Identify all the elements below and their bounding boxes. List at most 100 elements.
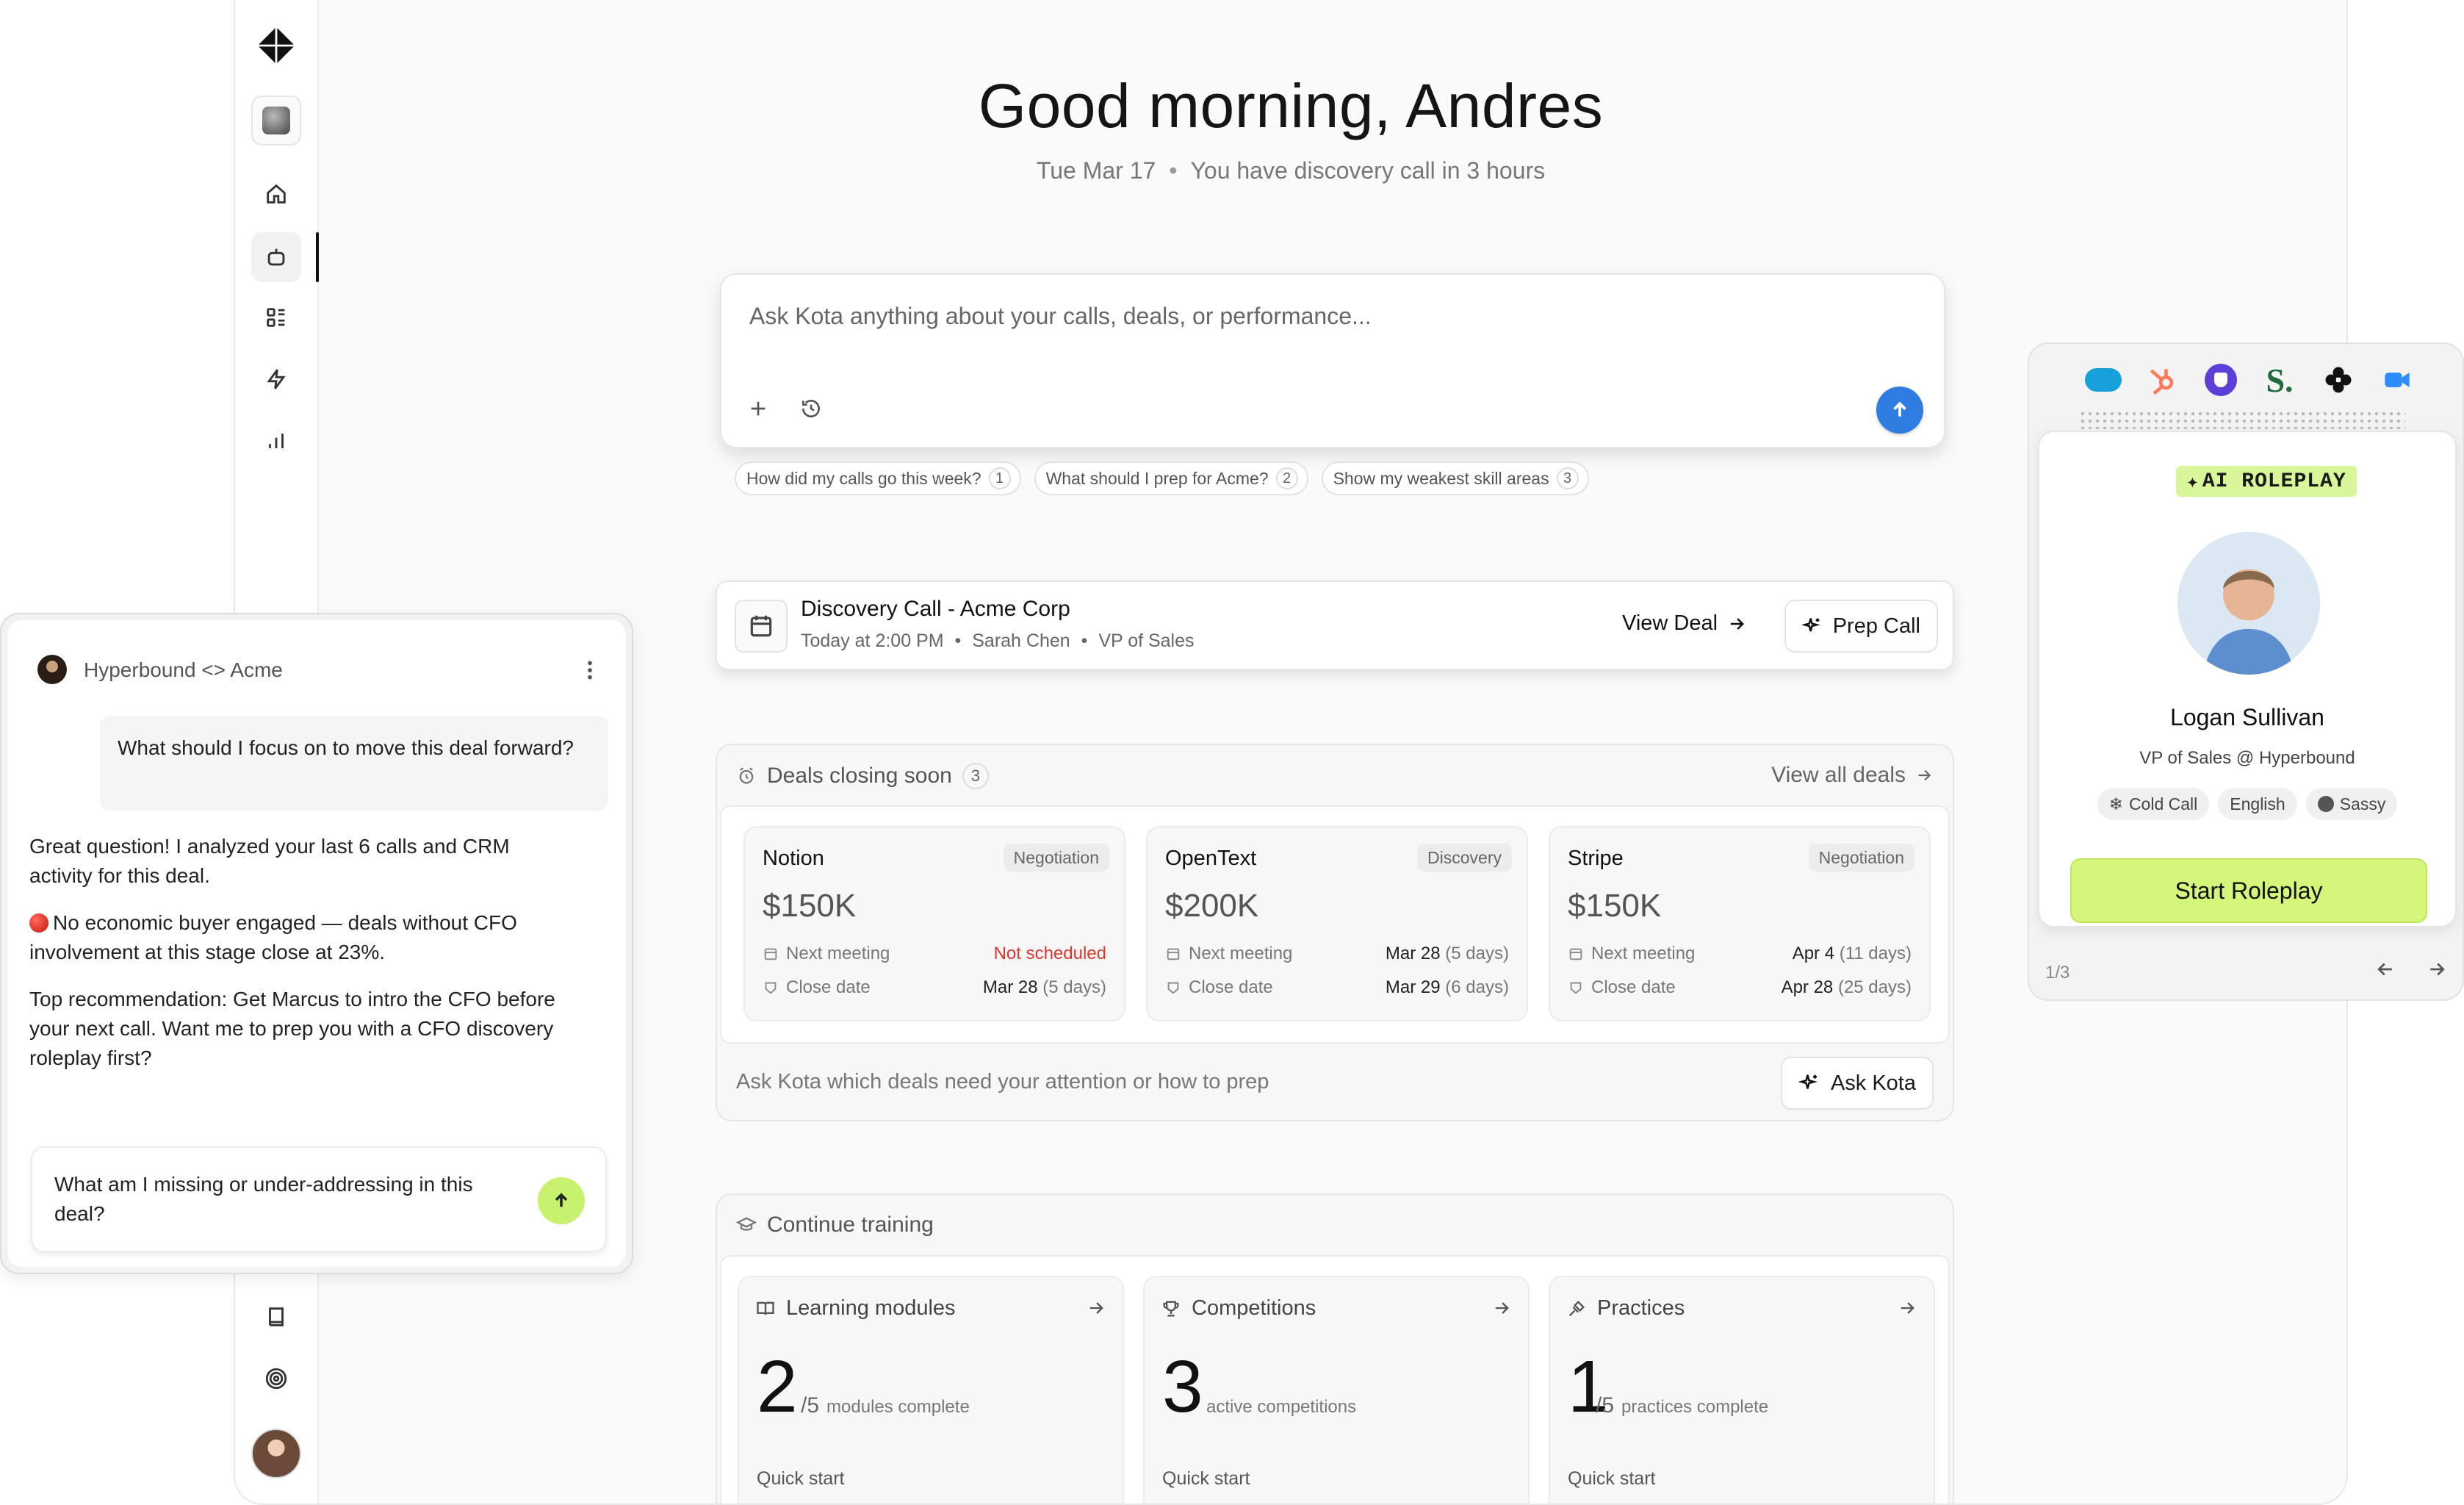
book-open-icon [757, 1301, 774, 1315]
suggestion-chip[interactable]: What should I prep for Acme? 2 [1034, 461, 1308, 495]
chat-input-value[interactable]: What am I missing or under-addressing in… [54, 1170, 525, 1229]
emoji-icon [2317, 796, 2334, 812]
more-vertical-icon[interactable] [579, 657, 601, 683]
deal-card[interactable]: Stripe Negotiation $150K Next meeting Apr… [1549, 826, 1931, 1021]
greeting-subtitle: Tue Mar 17 • You have discovery call in 3 … [1036, 157, 1546, 184]
ask-kota-button[interactable]: Ask Kota [1780, 1057, 1934, 1110]
snowflake-icon: ❄ [2108, 794, 2123, 813]
start-roleplay-button[interactable]: Start Roleplay [2070, 858, 2427, 923]
arrow-right-icon [1897, 1298, 1917, 1322]
continue-training-panel: Continue training Learning modules 2 /5 m… [716, 1193, 1954, 1504]
greeting-title: Good morning, Andres [978, 71, 1604, 140]
persona-name: Logan Sullivan [2170, 704, 2324, 730]
persona-avatar [2177, 532, 2320, 675]
prep-call-button[interactable]: Prep Call [1784, 600, 1938, 653]
deal-card[interactable]: OpenText Discovery $200K Next meeting Mar… [1146, 826, 1528, 1021]
deal-amount: $150K [763, 888, 857, 924]
plus-icon[interactable] [742, 392, 774, 425]
zoom-logo-icon [2376, 359, 2418, 401]
chat-title: Hyperbound <> Acme [84, 658, 283, 681]
deal-cards-container: Notion Negotiation $150K Next meeting Not… [720, 805, 1950, 1044]
deals-ask-prompt: Ask Kota which deals need your attention… [736, 1070, 1269, 1093]
training-cards-container: Learning modules 2 /5 modules complete Qu… [720, 1255, 1950, 1504]
view-all-deals-link[interactable]: View all deals [1771, 763, 1934, 788]
shield-logo-icon [2200, 359, 2242, 401]
decorative-dots [2079, 410, 2405, 429]
ai-message: No economic buyer engaged — deals withou… [29, 911, 517, 963]
persona-tags: ❄ Cold Call English Sassy [2039, 788, 2455, 820]
arrow-right-icon [1491, 1298, 1512, 1322]
chat-panel: Hyperbound <> Acme What should I focus o… [0, 613, 633, 1274]
deal-card[interactable]: Notion Negotiation $150K Next meeting Not… [743, 826, 1125, 1021]
stage-badge: Negotiation [1003, 844, 1109, 872]
ai-message: Top recommendation: Get Marcus to intro … [29, 988, 555, 1069]
competitions-card[interactable]: Competitions 3 active competitions Quick… [1143, 1276, 1530, 1504]
book-icon[interactable] [251, 1292, 301, 1342]
page-indicator: 1/3 [2045, 963, 2070, 983]
calendar-icon [735, 600, 788, 653]
tag-mood: Sassy [2305, 788, 2398, 820]
persona-card: ✦ AI ROLEPLAY Logan Sullivan VP of Sales … [2038, 431, 2457, 927]
chat-avatar [35, 653, 69, 686]
arrow-right-icon[interactable] [2426, 958, 2448, 980]
tag-language: English [2218, 788, 2297, 820]
sparkle-icon: ✦ [2186, 471, 2200, 495]
alarm-icon [739, 767, 754, 784]
ai-message: Great question! I analyzed your last 6 c… [29, 835, 510, 887]
stage-badge: Negotiation [1808, 844, 1914, 872]
suggestion-chip[interactable]: Show my weakest skill areas 3 [1321, 461, 1589, 495]
brand-logo-icon[interactable] [251, 21, 301, 71]
deal-amount: $200K [1165, 888, 1259, 924]
user-message: What should I focus on to move this deal… [100, 716, 608, 811]
app-root: Good morning, Andres Tue Mar 17 • You have… [0, 0, 2464, 1505]
meeting-details: Today at 2:00 PM • Sarah Chen • VP of Sa… [801, 631, 1195, 651]
arrow-right-icon [1918, 769, 1931, 781]
chat-input[interactable]: What am I missing or under-addressing in… [31, 1146, 607, 1252]
trophy-icon [1163, 1301, 1179, 1316]
sparkle-icon [1801, 618, 1820, 632]
hubspot-logo-icon [2141, 359, 2183, 401]
salesforce-logo-icon [2082, 359, 2125, 401]
flower-logo-icon [2317, 359, 2360, 401]
meeting-title: Discovery Call - Acme Corp [801, 597, 1070, 621]
user-avatar[interactable] [251, 1429, 301, 1479]
suggestion-chip[interactable]: How did my calls go this week? 1 [735, 461, 1021, 495]
chat-send-button[interactable] [538, 1177, 585, 1224]
arrow-right-icon [1730, 617, 1745, 630]
s-logo-icon: S. [2266, 361, 2294, 399]
current-date: Tue Mar 17 [1036, 157, 1156, 184]
view-deal-link[interactable]: View Deal [1622, 611, 1747, 636]
suggestion-chips: How did my calls go this week? 1 What sho… [735, 461, 1589, 495]
lightning-icon[interactable] [251, 354, 301, 404]
practices-card[interactable]: Practices 1 /5 practices complete Quick s… [1549, 1276, 1935, 1504]
roleplay-widget: S. ✦ AI ROLEPLAY Logan Sullivan VP of Sal… [2028, 342, 2464, 1001]
tag-cold-call: ❄ Cold Call [2097, 788, 2210, 820]
sparkle-icon [1798, 1074, 1818, 1089]
target-icon[interactable] [251, 1354, 301, 1404]
integration-logos: S. [2082, 359, 2418, 401]
ask-kota-box[interactable]: Ask Kota anything about your calls, deal… [720, 273, 1945, 448]
arrow-left-icon[interactable] [2374, 958, 2396, 980]
send-button[interactable] [1876, 387, 1923, 434]
history-icon[interactable] [795, 392, 827, 425]
red-circle-icon [29, 913, 48, 933]
carousel-nav [2374, 958, 2448, 980]
upcoming-note: You have discovery call in 3 hours [1190, 157, 1546, 184]
deal-amount: $150K [1568, 888, 1662, 924]
deals-header: Deals closing soon 3 [736, 763, 989, 789]
arrow-right-icon [1086, 1298, 1106, 1322]
dashboard-icon[interactable] [251, 292, 301, 342]
analytics-icon[interactable] [251, 416, 301, 466]
persona-role: VP of Sales @ Hyperbound [2139, 748, 2355, 768]
bot-icon[interactable] [251, 232, 301, 282]
stage-badge: Discovery [1417, 844, 1512, 872]
sidebar-active-indicator [316, 232, 319, 282]
ai-roleplay-badge: ✦ AI ROLEPLAY [2176, 466, 2357, 497]
graduation-cap-icon [736, 1217, 757, 1231]
training-header: Continue training [736, 1213, 934, 1238]
practice-icon [1568, 1300, 1585, 1316]
learning-modules-card[interactable]: Learning modules 2 /5 modules complete Qu… [738, 1276, 1124, 1504]
deals-closing-panel: Deals closing soon 3 View all deals Notio… [716, 744, 1954, 1121]
ask-input[interactable]: Ask Kota anything about your calls, deal… [749, 303, 1372, 330]
upcoming-meeting-card: Discovery Call - Acme Corp Today at 2:00… [716, 581, 1954, 670]
